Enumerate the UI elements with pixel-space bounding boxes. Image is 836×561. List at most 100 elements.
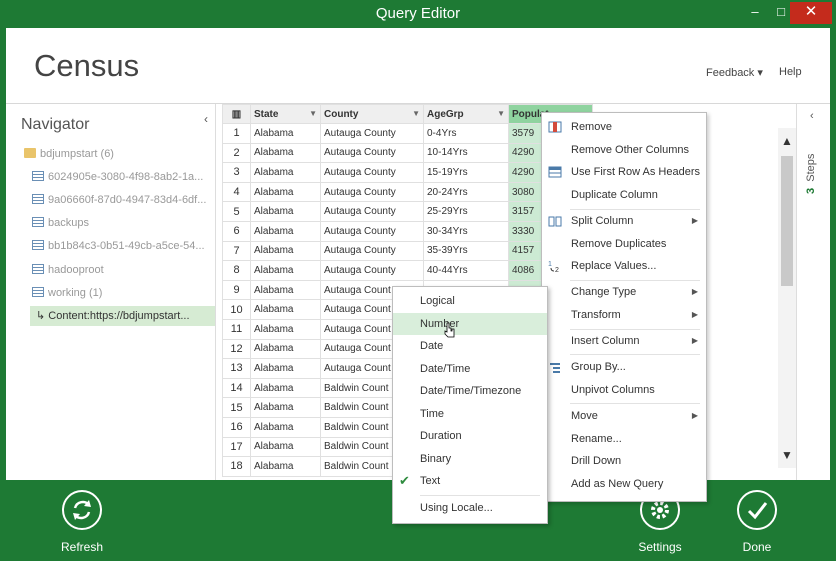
menu-item-move[interactable]: Move ▶ [542, 405, 706, 427]
row-number[interactable]: 10 [222, 299, 251, 320]
type-item-text[interactable]: ✔ Text [393, 470, 547, 492]
table-cell[interactable]: Alabama [250, 142, 321, 164]
filter-dropdown-icon[interactable]: ▼ [412, 109, 420, 118]
table-cell[interactable]: Alabama [250, 358, 321, 379]
column-header-county[interactable]: County ▼ [320, 104, 424, 124]
table-cell[interactable]: 20-24Yrs [423, 181, 509, 203]
table-cell[interactable]: Alabama [250, 240, 321, 262]
menu-item-replace-values[interactable]: 12 Replace Values... [542, 255, 706, 277]
menu-item-duplicate-column[interactable]: Duplicate Column [542, 184, 706, 206]
minimize-button[interactable]: – [744, 2, 766, 24]
table-cell[interactable]: 0-4Yrs [423, 123, 509, 144]
table-cell[interactable]: Autauga County [320, 142, 424, 164]
table-cell[interactable]: 10-14Yrs [423, 142, 509, 164]
row-number[interactable]: 8 [222, 260, 251, 281]
table-cell[interactable]: Alabama [250, 299, 321, 320]
type-item-date[interactable]: Date [393, 335, 547, 357]
type-item-binary[interactable]: Binary [393, 448, 547, 470]
menu-item-remove-duplicates[interactable]: Remove Duplicates [542, 233, 706, 255]
table-cell[interactable]: Alabama [250, 397, 321, 418]
table-cell[interactable]: 30-34Yrs [423, 220, 509, 242]
table-cell[interactable]: Alabama [250, 318, 321, 340]
navigator-collapse-button[interactable]: ‹ [204, 112, 208, 126]
table-row[interactable]: 8 Alabama Autauga County 40-44Yrs 4086 [222, 260, 593, 281]
refresh-button[interactable]: Refresh [47, 490, 117, 554]
row-number[interactable]: 1 [222, 123, 251, 144]
table-cell[interactable]: 40-44Yrs [423, 260, 509, 281]
table-row[interactable]: 5 Alabama Autauga County 25-29Yrs 3157 [222, 201, 593, 222]
table-row[interactable]: 7 Alabama Autauga County 35-39Yrs 4157 [222, 240, 593, 262]
menu-item-rename[interactable]: Rename... [542, 428, 706, 450]
table-row[interactable]: 4 Alabama Autauga County 20-24Yrs 3080 [222, 181, 593, 203]
table-cell[interactable]: Autauga County [320, 201, 424, 222]
steps-expand-button[interactable]: ‹ [810, 110, 814, 122]
row-number[interactable]: 5 [222, 201, 251, 222]
table-cell[interactable]: Alabama [250, 279, 321, 301]
column-header-state[interactable]: State ▼ [250, 104, 321, 124]
table-row[interactable]: 2 Alabama Autauga County 10-14Yrs 4290 [222, 142, 593, 164]
row-number[interactable]: 18 [222, 456, 251, 477]
column-header-agegrp[interactable]: AgeGrp ▼ [423, 104, 509, 124]
row-number[interactable]: 15 [222, 397, 251, 418]
nav-item-folder[interactable]: bdjumpstart (6) [24, 144, 210, 164]
menu-item-use-first-row-as-headers[interactable]: Use First Row As Headers [542, 161, 706, 183]
maximize-button[interactable]: □ [770, 2, 792, 24]
row-number[interactable]: 7 [222, 240, 251, 262]
close-button[interactable]: ✕ [790, 2, 832, 24]
row-number[interactable]: 6 [222, 220, 251, 242]
type-item-time[interactable]: Time [393, 403, 547, 425]
type-item-using-locale[interactable]: Using Locale... [393, 497, 547, 519]
table-cell[interactable]: Autauga County [320, 181, 424, 203]
table-cell[interactable]: Alabama [250, 377, 321, 399]
row-number[interactable]: 3 [222, 162, 251, 183]
table-row[interactable]: 6 Alabama Autauga County 30-34Yrs 3330 [222, 220, 593, 242]
table-cell[interactable]: Alabama [250, 162, 321, 183]
row-number[interactable]: 9 [222, 279, 251, 301]
table-cell[interactable]: Autauga County [320, 162, 424, 183]
nav-item-table[interactable]: backups [32, 213, 210, 233]
nav-item-table[interactable]: 9a06660f-87d0-4947-83d4-6df... [32, 190, 210, 210]
nav-item-content-selected[interactable]: ↳ Content:https://bdjumpstart... [30, 306, 215, 326]
table-cell[interactable]: Alabama [250, 260, 321, 281]
help-link[interactable]: Help [779, 66, 802, 78]
table-cell[interactable]: Alabama [250, 436, 321, 458]
table-cell[interactable]: 25-29Yrs [423, 201, 509, 222]
table-cell[interactable]: Alabama [250, 201, 321, 222]
feedback-button[interactable]: Feedback ▾ [706, 66, 763, 79]
table-cell[interactable]: Alabama [250, 181, 321, 203]
table-row[interactable]: 3 Alabama Autauga County 15-19Yrs 4290 [222, 162, 593, 183]
table-cell[interactable]: 35-39Yrs [423, 240, 509, 262]
nav-item-table[interactable]: working (1) [32, 283, 210, 303]
type-item-datetime-timezone[interactable]: Date/Time/Timezone [393, 380, 547, 402]
table-cell[interactable]: Alabama [250, 338, 321, 360]
menu-item-insert-column[interactable]: Insert Column ▶ [542, 330, 706, 352]
type-item-datetime[interactable]: Date/Time [393, 358, 547, 380]
nav-item-table[interactable]: bb1b84c3-0b51-49cb-a5ce-54... [32, 236, 210, 256]
table-cell[interactable]: Autauga County [320, 260, 424, 281]
type-item-logical[interactable]: Logical [393, 290, 547, 312]
menu-item-transform[interactable]: Transform ▶ [542, 304, 706, 326]
menu-item-add-as-new-query[interactable]: Add as New Query [542, 473, 706, 495]
table-cell[interactable]: Autauga County [320, 220, 424, 242]
steps-label-vertical[interactable]: 3 Steps [805, 134, 825, 194]
filter-dropdown-icon[interactable]: ▼ [497, 109, 505, 118]
menu-item-drill-down[interactable]: Drill Down [542, 450, 706, 472]
table-row[interactable]: 1 Alabama Autauga County 0-4Yrs 3579 [222, 123, 593, 144]
filter-dropdown-icon[interactable]: ▼ [309, 109, 317, 118]
row-number[interactable]: 14 [222, 377, 251, 399]
type-item-number[interactable]: Number [393, 313, 547, 335]
vertical-scrollbar[interactable]: ▲ ▼ [778, 128, 796, 468]
nav-item-table[interactable]: 6024905e-3080-4f98-8ab2-1a... [32, 167, 210, 187]
table-cell[interactable]: Alabama [250, 123, 321, 144]
table-cell[interactable]: Autauga County [320, 240, 424, 262]
row-number[interactable]: 2 [222, 142, 251, 164]
grid-corner[interactable]: ▥ [222, 104, 251, 124]
menu-item-group-by[interactable]: Group By... [542, 356, 706, 378]
table-cell[interactable]: Alabama [250, 456, 321, 477]
type-item-duration[interactable]: Duration [393, 425, 547, 447]
nav-item-table[interactable]: hadooproot [32, 260, 210, 280]
menu-item-unpivot-columns[interactable]: Unpivot Columns [542, 379, 706, 401]
menu-item-change-type[interactable]: Change Type ▶ [542, 281, 706, 303]
table-cell[interactable]: Alabama [250, 220, 321, 242]
row-number[interactable]: 4 [222, 181, 251, 203]
